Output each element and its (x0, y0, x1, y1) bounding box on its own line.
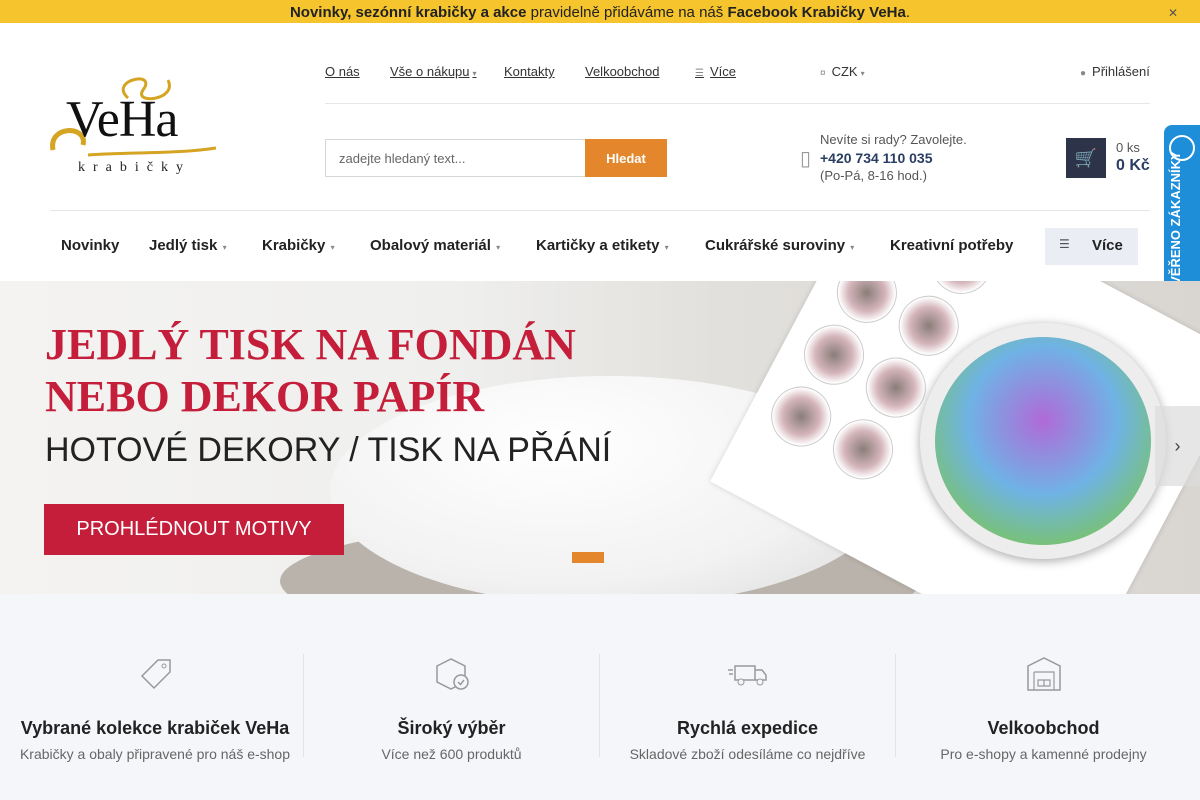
chevron-down-icon: ▾ (493, 243, 501, 252)
nav-item-kreativni-potreby[interactable]: Kreativní potřeby (890, 237, 1013, 254)
announcement-bar: Novinky, sezónní krabičky a akce pravide… (0, 0, 1200, 23)
edible-medallion (920, 323, 1166, 559)
chevron-down-icon: ▾ (860, 69, 865, 78)
nav-item-obalovy-material[interactable]: Obalový materiál ▾ (370, 237, 500, 254)
currency-label: CZK (831, 64, 858, 79)
feature-shipping: Rychlá expedice Skladové zboží odesíláme… (599, 654, 895, 762)
login-link[interactable]: ● Přihlášení (1080, 64, 1150, 79)
verified-label: OVĚŘENO ZÁKAZNÍKY (1168, 151, 1183, 295)
nav-more-label: Více (1092, 237, 1123, 254)
hero-banner[interactable]: JEDLÝ TISK NA FONDÁN NEBO DEKOR PAPÍR HO… (0, 281, 1200, 594)
cart-icon: 🛒 (1074, 147, 1098, 168)
chevron-down-icon: ▾ (472, 69, 477, 78)
contact-phone[interactable]: +420 734 110 035 (820, 149, 967, 167)
announcement-text: pravidelně přidáváme na náš (526, 4, 728, 21)
nav-item-label: Kartičky a etikety (536, 237, 660, 254)
nav-more-label: Více (709, 64, 736, 79)
logo-subtitle: krabičky (78, 160, 191, 175)
banner-line-2: NEBO DEKOR PAPÍR (45, 372, 485, 421)
menu-icon: ☰ (1059, 237, 1070, 251)
slider-indicator[interactable] (572, 552, 604, 563)
nav-item-label: Jedlý tisk (149, 237, 218, 254)
nav-shopping-label: Vše o nákupu (390, 64, 470, 79)
feature-selection: Široký výběr Více než 600 produktů (303, 654, 599, 762)
facebook-link[interactable]: Facebook Krabičky VeHa (727, 4, 905, 21)
nav-wholesale[interactable]: Velkoobchod (585, 64, 659, 79)
nav-about[interactable]: O nás (325, 64, 360, 79)
slider-next-button[interactable]: › (1155, 406, 1200, 486)
contact-question: Nevíte si rady? Zavolejte. (820, 132, 967, 147)
print-motif (822, 408, 904, 490)
currency-icon: ¤ (820, 68, 826, 79)
main-nav: Novinky Jedlý tisk ▾ Krabičky ▾ Obalový … (50, 210, 1150, 280)
nav-item-karticky[interactable]: Kartičky a etikety ▾ (536, 237, 669, 254)
feature-collections: Vybrané kolekce krabiček VeHa Krabičky a… (7, 654, 303, 762)
nav-item-krabicky[interactable]: Krabičky ▾ (262, 237, 335, 254)
login-label: Přihlášení (1092, 64, 1150, 79)
feature-title: Vybrané kolekce krabiček VeHa (20, 718, 290, 738)
feature-subtitle: Krabičky a obaly připravené pro náš e-sh… (19, 746, 291, 762)
chevron-down-icon: ▾ (328, 243, 335, 252)
feature-title: Velkoobchod (987, 718, 1100, 738)
feature-subtitle: Pro e-shopy a kamenné prodejny (940, 746, 1147, 762)
chevron-right-icon: › (1174, 435, 1181, 456)
search-button[interactable]: Hledat (585, 139, 667, 177)
nav-item-cukrarske-suroviny[interactable]: Cukrářské suroviny ▾ (705, 237, 854, 254)
banner-subtitle: HOTOVÉ DEKORY / TISK NA PŘÁNÍ (45, 431, 612, 469)
currency-select[interactable]: ¤ CZK ▾ (820, 64, 865, 79)
nav-shopping[interactable]: Vše o nákupu ▾ (390, 64, 477, 79)
feature-title: Široký výběr (397, 718, 506, 738)
warehouse-icon (1026, 657, 1061, 691)
chevron-down-icon: ▾ (662, 243, 669, 252)
logo[interactable]: VeHa krabičky (48, 70, 220, 182)
phone-icon: ▯ (800, 148, 812, 170)
announcement-end: . (905, 4, 911, 21)
nav-item-novinky[interactable]: Novinky (61, 237, 119, 254)
nav-more[interactable]: ☰ Více (695, 64, 736, 79)
nav-item-label: Krabičky (262, 237, 326, 254)
announcement-highlight: Novinky, sezónní krabičky a akce (289, 4, 527, 21)
feature-title: Rychlá expedice (676, 718, 819, 738)
features-strip: Vybrané kolekce krabiček VeHa Krabičky a… (0, 594, 1200, 800)
nav-item-label: Cukrářské suroviny (705, 237, 846, 254)
menu-icon: ☰ (695, 68, 704, 79)
search-input[interactable] (325, 139, 585, 177)
tag-icon (140, 659, 171, 690)
cart-count[interactable]: 0 ks (1116, 140, 1140, 155)
box-check-icon (435, 658, 469, 690)
banner-cta-button[interactable]: PROHLÉDNOUT MOTIVY (44, 504, 344, 555)
banner-headline: JEDLÝ TISK NA FONDÁN NEBO DEKOR PAPÍR (45, 319, 576, 423)
user-icon: ● (1080, 68, 1087, 79)
chevron-down-icon: ▾ (848, 243, 855, 252)
contact-info: Nevíte si rady? Zavolejte. +420 734 110 … (820, 131, 967, 185)
banner-line-1: JEDLÝ TISK NA FONDÁN (45, 320, 576, 369)
print-motif (760, 375, 842, 458)
contact-hours: (Po-Pá, 8-16 hod.) (820, 168, 927, 183)
chevron-down-icon: ▾ (220, 243, 227, 252)
medallion-print (935, 337, 1151, 545)
cart-button[interactable]: 🛒 (1066, 138, 1106, 178)
feature-subtitle: Více než 600 produktů (381, 746, 522, 762)
nav-item-jedly-tisk[interactable]: Jedlý tisk ▾ (149, 237, 227, 254)
nav-more-button[interactable]: ☰ Více (1045, 228, 1138, 265)
logo-brand: VeHa (66, 91, 179, 148)
feature-wholesale: Velkoobchod Pro e-shopy a kamenné prodej… (895, 654, 1191, 762)
secondary-nav: O nás Vše o nákupu ▾ Kontakty Velkoobchod… (325, 58, 1150, 104)
print-motif (888, 285, 970, 367)
truck-icon (727, 665, 767, 686)
feature-subtitle: Skladové zboží odesíláme co nejdříve (629, 746, 866, 762)
close-icon[interactable]: ✕ (1168, 0, 1178, 26)
nav-contacts[interactable]: Kontakty (504, 64, 555, 79)
print-motif (793, 314, 875, 396)
cart-total[interactable]: 0 Kč (1116, 157, 1150, 175)
nav-item-label: Obalový materiál (370, 237, 491, 254)
